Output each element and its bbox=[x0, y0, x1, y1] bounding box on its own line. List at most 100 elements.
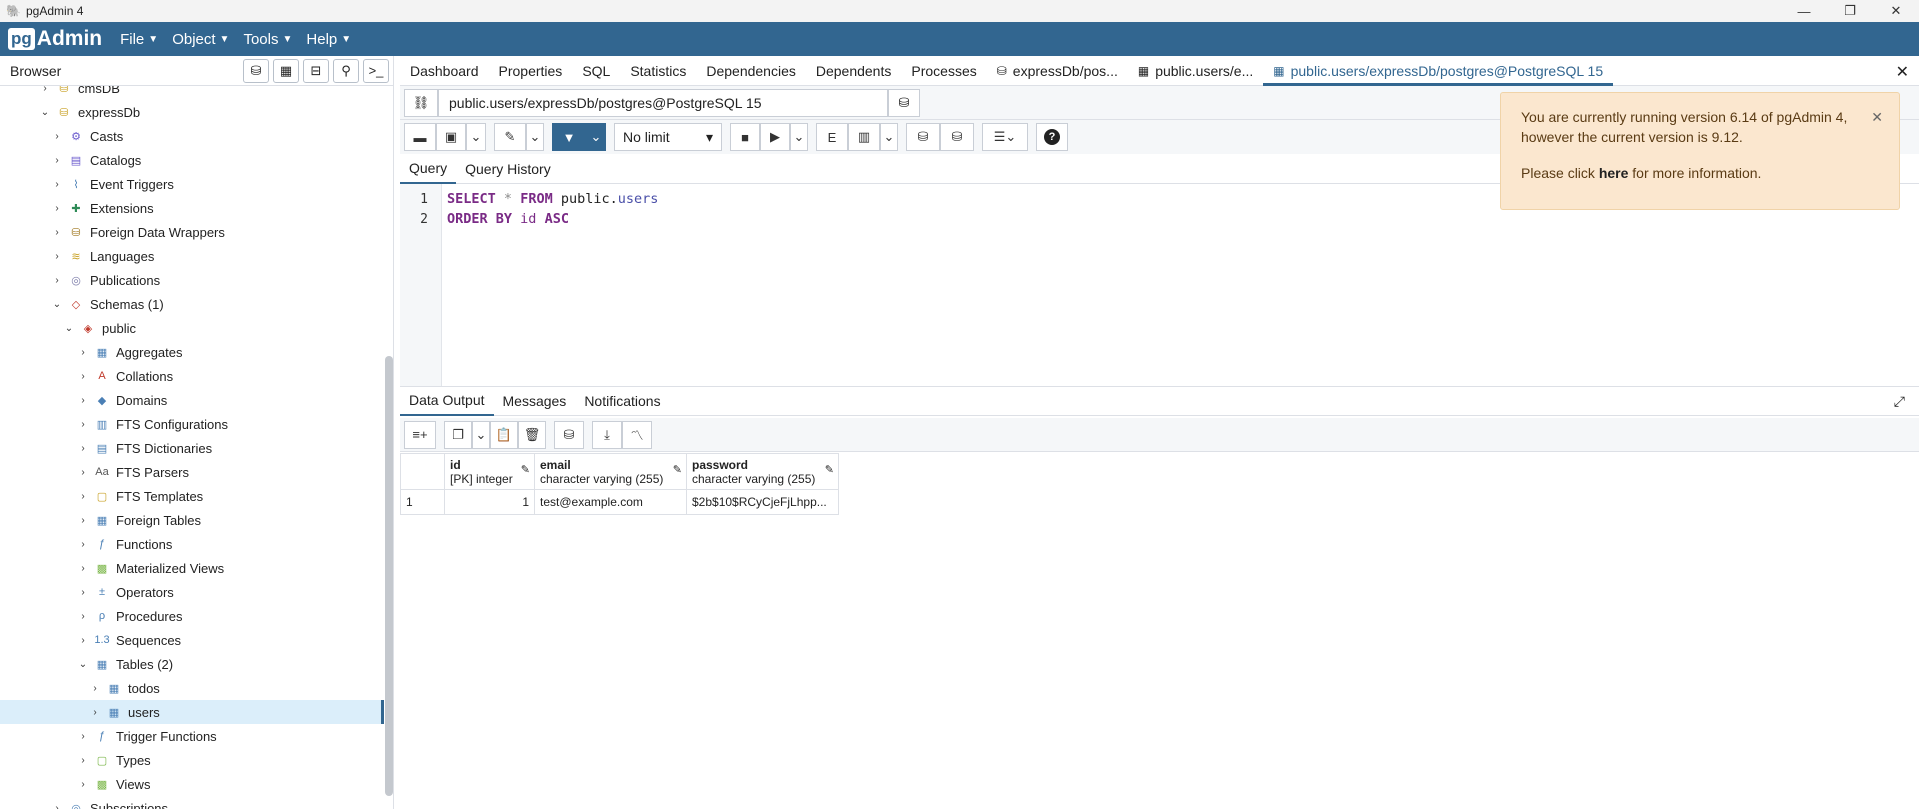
filter-dropdown-button[interactable]: ⌄ bbox=[586, 123, 606, 151]
tree-node[interactable]: › ▢ Types bbox=[0, 748, 384, 772]
graph-button[interactable]: 〽 bbox=[622, 420, 652, 449]
close-tab-icon[interactable]: ✕ bbox=[1896, 62, 1909, 82]
psql-tool-button[interactable]: >_ bbox=[363, 58, 389, 83]
expand-icon[interactable]: ⤢ bbox=[1894, 393, 1905, 410]
chevron-right-icon[interactable]: › bbox=[76, 395, 90, 406]
tab-3[interactable]: Statistics bbox=[620, 56, 696, 86]
object-explorer-button[interactable]: ⛁ bbox=[243, 58, 269, 83]
tree-node[interactable]: › ▩ Materialized Views bbox=[0, 556, 384, 580]
filtered-rows-button[interactable]: ⊟ bbox=[303, 58, 329, 83]
tree-node[interactable]: › ρ Procedures bbox=[0, 604, 384, 628]
tree-node[interactable]: › ƒ Trigger Functions bbox=[0, 724, 384, 748]
tree-node[interactable]: › ▤ Catalogs bbox=[0, 148, 384, 172]
tree-node[interactable]: ⌄ ⛁ expressDb bbox=[0, 100, 384, 124]
tree-node[interactable]: › ◎ Publications bbox=[0, 268, 384, 292]
tab-0[interactable]: Dashboard bbox=[400, 56, 489, 86]
chevron-right-icon[interactable]: › bbox=[76, 371, 90, 382]
chevron-right-icon[interactable]: › bbox=[88, 683, 102, 694]
chevron-right-icon[interactable]: › bbox=[38, 86, 52, 94]
execute-button[interactable]: ▶ bbox=[760, 123, 790, 151]
cell-password[interactable]: $2b$10$RCyCjeFjLhpp... bbox=[686, 489, 839, 515]
here-link[interactable]: here bbox=[1599, 165, 1629, 181]
tab-query[interactable]: Query bbox=[400, 154, 457, 184]
chevron-right-icon[interactable]: › bbox=[76, 755, 90, 766]
chevron-right-icon[interactable]: › bbox=[50, 803, 64, 809]
chevron-right-icon[interactable]: › bbox=[76, 635, 90, 646]
sql-editor[interactable]: 1 2 SELECT * FROM public.users ORDER BY … bbox=[400, 184, 1919, 386]
chevron-right-icon[interactable]: › bbox=[76, 491, 90, 502]
tree-node[interactable]: › ▤ FTS Dictionaries bbox=[0, 436, 384, 460]
tab-7[interactable]: ⛁ expressDb/pos... bbox=[987, 56, 1128, 86]
menu-file[interactable]: File ▼ bbox=[120, 31, 158, 48]
tree-node[interactable]: › ▥ FTS Configurations bbox=[0, 412, 384, 436]
edit-dropdown-button[interactable]: ⌄ bbox=[526, 123, 544, 151]
save-dropdown-button[interactable]: ⌄ bbox=[466, 123, 486, 151]
add-row-button[interactable]: ≡+ bbox=[404, 420, 436, 449]
tree-node[interactable]: › ⛁ Foreign Data Wrappers bbox=[0, 220, 384, 244]
tree-node[interactable]: › ◆ Domains bbox=[0, 388, 384, 412]
edit-button[interactable]: ✎ bbox=[494, 123, 526, 151]
chevron-right-icon[interactable]: › bbox=[76, 347, 90, 358]
tree-node[interactable]: › ⛁ cmsDB bbox=[0, 86, 384, 100]
tab-data-output[interactable]: Data Output bbox=[400, 386, 494, 416]
chevron-right-icon[interactable]: › bbox=[50, 179, 64, 190]
connection-status-button[interactable]: ⛓ bbox=[404, 88, 438, 117]
search-objects-button[interactable]: ⚲ bbox=[333, 58, 359, 83]
chevron-down-icon[interactable]: ⌄ bbox=[76, 659, 90, 670]
chevron-right-icon[interactable]: › bbox=[50, 131, 64, 142]
tree-node[interactable]: › A Collations bbox=[0, 364, 384, 388]
tree-node[interactable]: › ⚙ Casts bbox=[0, 124, 384, 148]
tree-node[interactable]: ⌄ ◈ public bbox=[0, 316, 384, 340]
save-data-button[interactable]: ⛁ bbox=[554, 420, 584, 449]
cell-id[interactable]: 1 bbox=[444, 489, 535, 515]
chevron-right-icon[interactable]: › bbox=[76, 731, 90, 742]
chevron-down-icon[interactable]: ⌄ bbox=[38, 107, 52, 118]
tree-node[interactable]: › ▦ todos bbox=[0, 676, 384, 700]
tree-node[interactable]: ⌄ ◇ Schemas (1) bbox=[0, 292, 384, 316]
tree-node[interactable]: › ✚ Extensions bbox=[0, 196, 384, 220]
tree-node[interactable]: › ▢ FTS Templates bbox=[0, 484, 384, 508]
minimize-button[interactable]: — bbox=[1781, 0, 1827, 22]
tree-node[interactable]: ⌄ ▦ Tables (2) bbox=[0, 652, 384, 676]
maximize-button[interactable]: ❐ bbox=[1827, 0, 1873, 22]
paste-button[interactable]: 📋 bbox=[490, 420, 518, 449]
chevron-right-icon[interactable]: › bbox=[50, 203, 64, 214]
tree-node[interactable]: › ◎ Subscriptions bbox=[0, 796, 384, 809]
tab-notifications[interactable]: Notifications bbox=[575, 386, 669, 416]
delete-button[interactable]: 🗑 bbox=[518, 420, 546, 449]
explain-analyze-button[interactable]: ▥ bbox=[848, 123, 880, 151]
tree-node[interactable]: › ▦ Foreign Tables bbox=[0, 508, 384, 532]
chevron-right-icon[interactable]: › bbox=[76, 419, 90, 430]
new-connection-button[interactable]: ⛁ bbox=[888, 88, 920, 117]
row-limit-select[interactable]: No limit ▾ bbox=[614, 123, 722, 151]
tree-node[interactable]: › ▦ Aggregates bbox=[0, 340, 384, 364]
chevron-right-icon[interactable]: › bbox=[76, 587, 90, 598]
chevron-right-icon[interactable]: › bbox=[50, 275, 64, 286]
commit-button[interactable]: ⛁ bbox=[906, 123, 940, 151]
copy-button[interactable]: ❐ bbox=[444, 420, 472, 449]
tab-4[interactable]: Dependencies bbox=[696, 56, 806, 86]
chevron-right-icon[interactable]: › bbox=[76, 563, 90, 574]
copy-dropdown-button[interactable]: ⌄ bbox=[472, 420, 490, 449]
tree-node[interactable]: › ± Operators bbox=[0, 580, 384, 604]
tree-node[interactable]: › ≋ Languages bbox=[0, 244, 384, 268]
tab-9[interactable]: ▦ public.users/expressDb/postgres@Postgre… bbox=[1263, 56, 1614, 86]
tab-6[interactable]: Processes bbox=[901, 56, 986, 86]
chevron-right-icon[interactable]: › bbox=[88, 707, 102, 718]
stop-button[interactable]: ■ bbox=[730, 123, 760, 151]
menu-tools[interactable]: Tools ▼ bbox=[243, 31, 292, 48]
chevron-right-icon[interactable]: › bbox=[50, 155, 64, 166]
chevron-right-icon[interactable]: › bbox=[76, 443, 90, 454]
chevron-right-icon[interactable]: › bbox=[76, 467, 90, 478]
tab-1[interactable]: Properties bbox=[489, 56, 573, 86]
tree-node[interactable]: › ▦ users bbox=[0, 700, 384, 724]
download-button[interactable]: ⤓ bbox=[592, 420, 622, 449]
explain-button[interactable]: E bbox=[816, 123, 848, 151]
menu-object[interactable]: Object ▼ bbox=[172, 31, 229, 48]
chevron-right-icon[interactable]: › bbox=[50, 227, 64, 238]
rollback-button[interactable]: ⛁ bbox=[940, 123, 974, 151]
tree-node[interactable]: › ƒ Functions bbox=[0, 532, 384, 556]
help-button[interactable]: ? bbox=[1036, 123, 1068, 151]
explain-dropdown-button[interactable]: ⌄ bbox=[880, 123, 898, 151]
tab-8[interactable]: ▦ public.users/e... bbox=[1128, 56, 1263, 86]
